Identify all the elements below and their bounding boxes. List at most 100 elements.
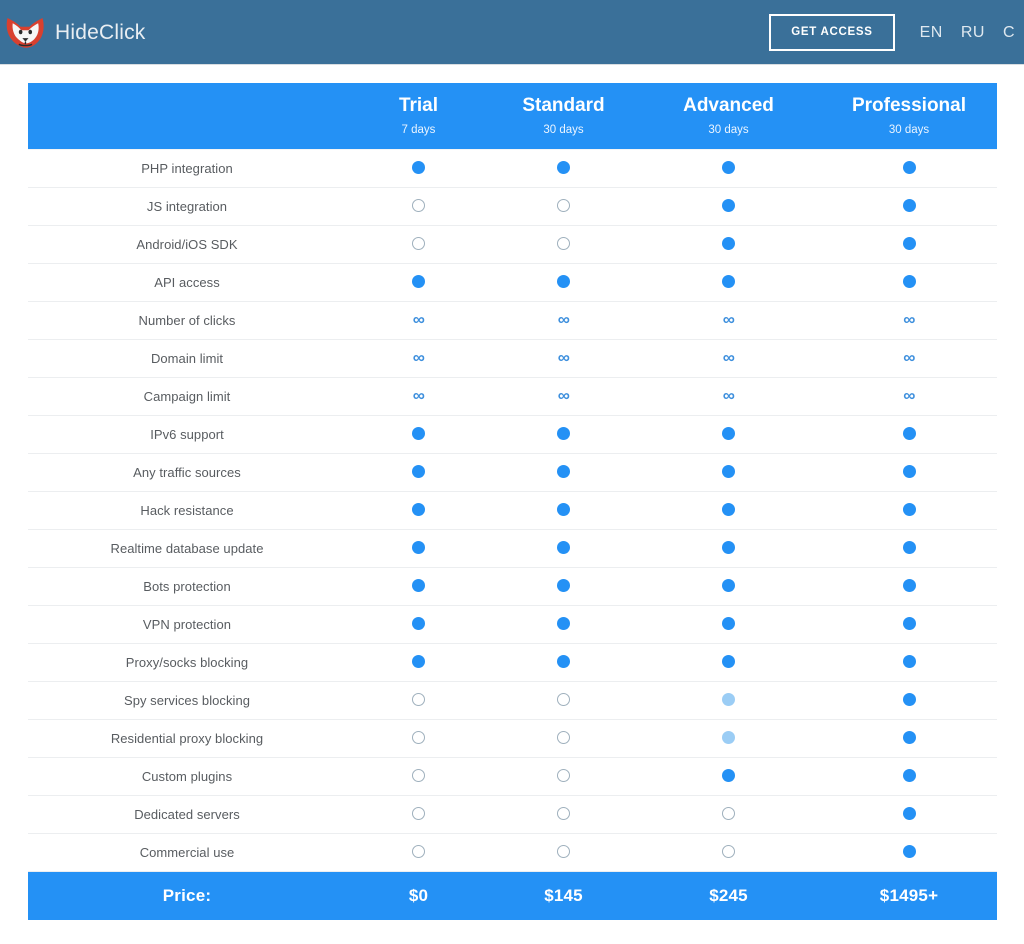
feature-label: Campaign limit <box>28 377 346 416</box>
empty-circle-icon <box>412 237 425 251</box>
language-option-en[interactable]: EN <box>911 24 952 42</box>
filled-dot-icon <box>557 503 570 517</box>
feature-value-advanced <box>636 795 821 834</box>
feature-label: Any traffic sources <box>28 453 346 492</box>
feature-value-professional <box>821 453 997 492</box>
filled-dot-icon <box>722 237 735 251</box>
price-cell-standard: $145 <box>491 871 636 920</box>
feature-value-professional: ∞ <box>821 301 997 340</box>
plan-header-trial[interactable]: Trial 7 days <box>346 83 491 149</box>
brand-logo-link[interactable]: HideClick <box>4 12 146 52</box>
filled-dot-icon <box>557 275 570 289</box>
feature-value-professional <box>821 187 997 226</box>
feature-value-trial <box>346 833 491 872</box>
table-row: Dedicated servers <box>28 795 997 834</box>
filled-dot-icon <box>902 199 916 213</box>
feature-label: Custom plugins <box>28 757 346 796</box>
table-row: PHP integration <box>28 148 997 188</box>
table-row: Hack resistance <box>28 491 997 530</box>
feature-value-trial <box>346 415 491 454</box>
feature-value-standard <box>491 225 636 264</box>
plan-duration-standard: 30 days <box>543 124 584 137</box>
empty-circle-icon <box>412 693 425 707</box>
pricing-table-foot: Price: $0 $145 $245 $1495+ <box>28 871 997 920</box>
plan-header-advanced[interactable]: Advanced 30 days <box>636 83 821 149</box>
feature-value-professional <box>821 148 997 188</box>
feature-value-professional <box>821 757 997 796</box>
feature-value-trial <box>346 148 491 188</box>
filled-dot-icon <box>412 503 425 517</box>
feature-value-professional <box>821 491 997 530</box>
feature-value-trial: ∞ <box>346 301 491 340</box>
infinity-icon: ∞ <box>412 348 425 368</box>
filled-dot-icon <box>412 465 425 479</box>
filled-dot-icon <box>902 845 916 859</box>
filled-dot-icon <box>722 769 735 783</box>
filled-dot-icon <box>412 541 425 555</box>
feature-value-professional <box>821 681 997 720</box>
feature-value-standard <box>491 187 636 226</box>
price-row: Price: $0 $145 $245 $1495+ <box>28 871 997 920</box>
table-row: Realtime database update <box>28 529 997 568</box>
feature-label: Android/iOS SDK <box>28 225 346 264</box>
feature-value-standard <box>491 148 636 188</box>
filled-dot-icon <box>902 237 916 251</box>
infinity-icon: ∞ <box>722 348 735 368</box>
empty-circle-icon <box>557 807 570 821</box>
feature-value-professional <box>821 263 997 302</box>
plan-header-professional[interactable]: Professional 30 days <box>821 83 997 149</box>
feature-value-advanced <box>636 415 821 454</box>
price-row-label-cell: Price: <box>28 871 346 920</box>
feature-value-trial <box>346 681 491 720</box>
feature-value-professional <box>821 415 997 454</box>
price-label: Price: <box>162 885 212 905</box>
infinity-icon: ∞ <box>557 310 570 330</box>
plan-name-professional: Professional <box>851 95 967 117</box>
price-cell-trial: $0 <box>346 871 491 920</box>
feature-value-advanced <box>636 681 821 720</box>
empty-circle-icon <box>557 769 570 783</box>
empty-circle-icon <box>412 845 425 859</box>
filled-dot-icon <box>722 579 735 593</box>
infinity-icon: ∞ <box>903 386 915 406</box>
feature-label: Domain limit <box>28 339 346 378</box>
price-value-trial: $0 <box>408 885 429 905</box>
language-option-ru[interactable]: RU <box>952 24 994 42</box>
feature-value-advanced <box>636 187 821 226</box>
language-option-cn[interactable]: C <box>994 24 1024 42</box>
feature-value-standard <box>491 263 636 302</box>
empty-circle-icon <box>412 769 425 783</box>
filled-dot-icon <box>412 617 425 631</box>
fox-head-logo-icon <box>4 12 46 52</box>
feature-value-standard <box>491 567 636 606</box>
navbar-right-group: GET ACCESS EN RU C <box>769 0 1024 65</box>
feature-value-trial: ∞ <box>346 377 491 416</box>
infinity-icon: ∞ <box>722 310 735 330</box>
feature-value-advanced <box>636 643 821 682</box>
filled-dot-icon <box>902 655 916 669</box>
feature-label: Hack resistance <box>28 491 346 530</box>
get-access-button[interactable]: GET ACCESS <box>769 13 895 52</box>
feature-label: API access <box>28 263 346 302</box>
plan-duration-trial: 7 days <box>401 124 436 137</box>
feature-value-trial <box>346 453 491 492</box>
price-value-professional: $1495+ <box>879 885 939 905</box>
filled-dot-icon <box>722 617 735 631</box>
price-cell-professional: $1495+ <box>821 871 997 920</box>
plan-header-standard[interactable]: Standard 30 days <box>491 83 636 149</box>
partial-dot-icon <box>722 693 735 707</box>
feature-label: VPN protection <box>28 605 346 644</box>
filled-dot-icon <box>902 465 916 479</box>
filled-dot-icon <box>902 769 916 783</box>
infinity-icon: ∞ <box>557 386 570 406</box>
feature-value-standard <box>491 491 636 530</box>
filled-dot-icon <box>557 579 570 593</box>
feature-value-standard: ∞ <box>491 301 636 340</box>
filled-dot-icon <box>412 655 425 669</box>
infinity-icon: ∞ <box>722 386 735 406</box>
feature-value-advanced <box>636 225 821 264</box>
feature-value-standard <box>491 643 636 682</box>
feature-value-professional <box>821 567 997 606</box>
feature-label: Spy services blocking <box>28 681 346 720</box>
feature-value-professional <box>821 643 997 682</box>
